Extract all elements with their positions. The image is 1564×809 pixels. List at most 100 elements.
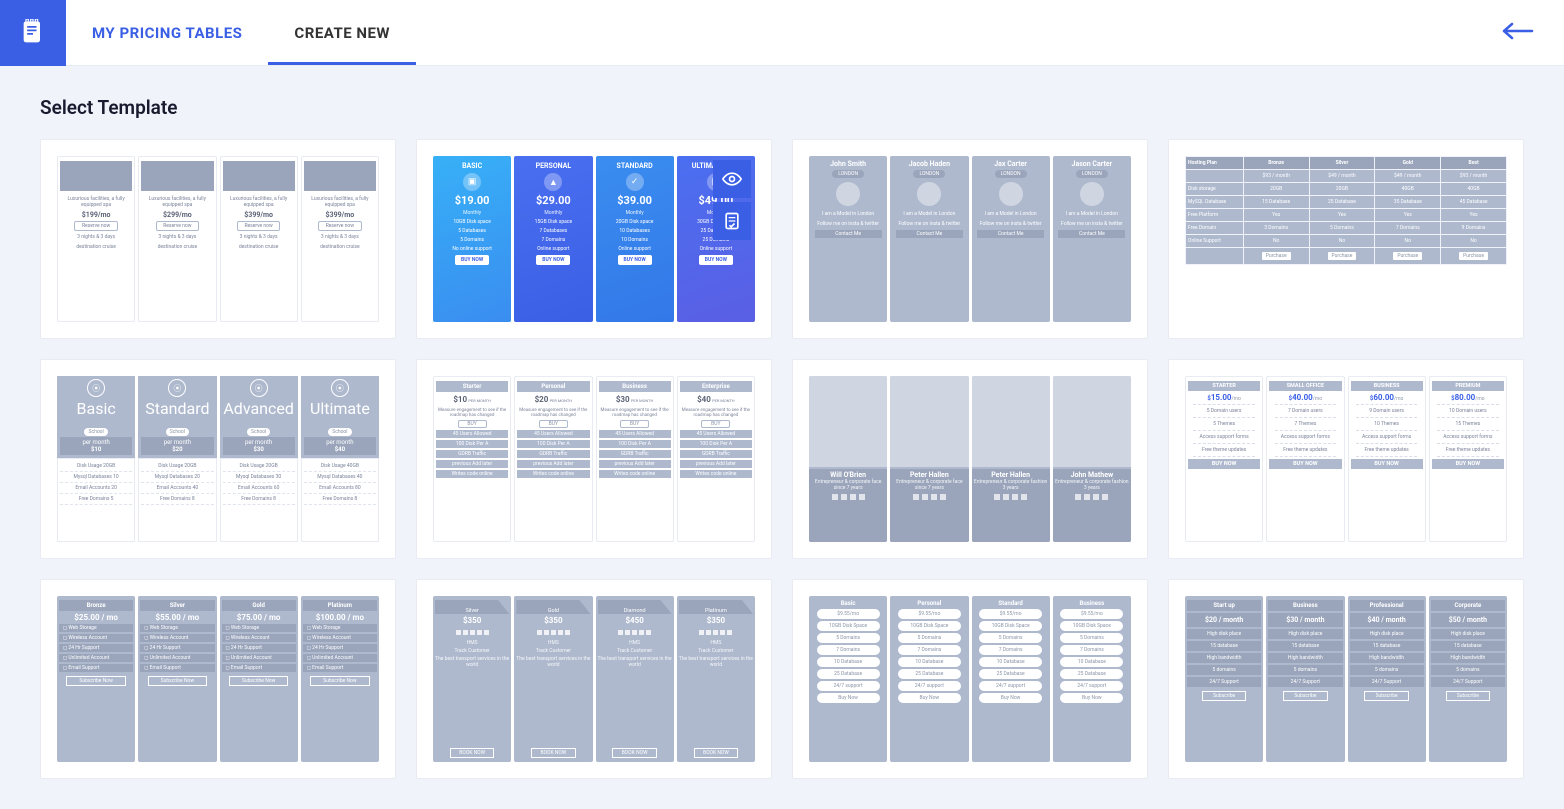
cell: No	[1375, 235, 1441, 248]
price: $75.00 / mo	[237, 613, 281, 622]
template-card-12[interactable]: Start up$20 / monthHigh disk place15 dat…	[1168, 579, 1524, 779]
subscribe-button: Subscribe	[1283, 691, 1328, 701]
plan-name: Business	[1080, 600, 1105, 607]
feature: ◻ Web Storage	[222, 624, 296, 632]
template-card-1[interactable]: Luxurious facilities, a fully equipped s…	[40, 139, 396, 339]
column-header: Best	[1441, 157, 1507, 170]
subscribe-button: Subscribe	[1364, 691, 1409, 701]
pricing-column: PERSONAL▲$29.00Monthly15GB Disk space7 D…	[514, 156, 592, 322]
template-card-2[interactable]: BASIC▣$19.00Monthly10GB Disk space5 Data…	[416, 139, 772, 339]
price-row: per month$30	[223, 437, 295, 455]
price: $9.55/mo	[1060, 609, 1123, 619]
feature: Mysql Databases 20	[141, 472, 213, 483]
use-template-button[interactable]	[713, 202, 751, 240]
pricing-column: Personal$9.55/mo10GB Disk Space5 Domains…	[890, 596, 968, 762]
service: HMS	[629, 640, 640, 646]
template-card-3[interactable]: John SmithLONDONI am a Model in LondonFo…	[792, 139, 1148, 339]
template-card-5[interactable]: ⦿BasicSchoolper month$10Disk Usage 20GBM…	[40, 359, 396, 559]
feature: Free theme updates	[1192, 446, 1257, 454]
feature: 100 Disk Per A	[517, 440, 589, 448]
feature: 15 database	[1268, 641, 1342, 651]
bio: Follow me on insta & twitter	[977, 220, 1044, 228]
subscribe-button: Subscribe	[1202, 691, 1247, 701]
book-button: BOOK NOW	[694, 748, 739, 758]
price: $29.00	[536, 194, 571, 207]
feature: ◻ Unlimited Account	[59, 654, 133, 662]
duration: 3 nights & 3 days	[145, 233, 210, 241]
template-card-4[interactable]: Hosting PlanBronzeSilverGoldBest$93 / mo…	[1168, 139, 1524, 339]
feature: ◻ Unlimited Account	[140, 654, 214, 662]
feature: Email Accounts 40	[141, 483, 213, 494]
feature: 10 Database	[817, 657, 880, 667]
feature: 100 Disk Per A	[680, 440, 752, 448]
feature: ◻ 24 Hr Support	[222, 644, 296, 652]
feature: Writes code online	[436, 470, 508, 478]
price: $350	[463, 616, 481, 625]
buy-button: BUY NOW	[536, 255, 570, 265]
avatar	[917, 182, 941, 206]
contact-button: Contact Me	[977, 230, 1044, 238]
feature: Disk Usage 20GB	[223, 461, 295, 472]
cell: No	[1309, 235, 1375, 248]
price: $100.00 / mo	[316, 613, 364, 622]
template-card-11[interactable]: Basic$9.55/mo10GB Disk Space5 Domains7 D…	[792, 579, 1148, 779]
plan-name: Gold	[222, 600, 296, 611]
social-icon	[1003, 494, 1009, 500]
feature: 10GB Disk Space	[1060, 621, 1123, 631]
feature: 24/7 Support	[1431, 677, 1505, 687]
template-card-8[interactable]: STARTER$15.00/mo5 Domain users5 ThemesAc…	[1168, 359, 1524, 559]
bio: I am a Model in London	[977, 210, 1044, 218]
plan-name: Bronze	[59, 600, 133, 611]
purchase-button: Purchase	[1327, 251, 1358, 261]
thumbnail-image	[60, 161, 132, 191]
feature: Email Accounts 60	[223, 483, 295, 494]
template-card-6[interactable]: Starter$10 PER MONTHMeasure engagement t…	[416, 359, 772, 559]
template-card-9[interactable]: Bronze$25.00 / mo◻ Web Storage◻ Wireless…	[40, 579, 396, 779]
description: Entrepreneur & corporate fashion 3 years	[974, 479, 1048, 491]
profile-column: Will O'BrienEntrepreneur & corporate fac…	[809, 376, 887, 542]
cell: 20GB	[1309, 183, 1375, 196]
price: $9.55/mo	[898, 609, 961, 619]
plan-name: Personal	[517, 381, 589, 392]
social-icon	[940, 494, 946, 500]
feature: Writes code online	[599, 470, 671, 478]
note: destination cruise	[307, 243, 372, 251]
avatar	[836, 182, 860, 206]
service: HMS	[710, 640, 721, 646]
price: $40.00/mo	[1289, 393, 1322, 402]
feature: previous Add later	[680, 460, 752, 468]
description: Luxurious facilities, a fully equipped s…	[145, 195, 210, 209]
price-cell: $93 / month	[1243, 170, 1309, 183]
buy-button: BUY NOW	[618, 255, 652, 265]
buy-button: BUY NOW	[1351, 459, 1423, 469]
buy-button: Buy Now	[979, 693, 1042, 703]
template-card-7[interactable]: Will O'BrienEntrepreneur & corporate fac…	[792, 359, 1148, 559]
feature: 7 Databases	[540, 228, 568, 234]
template-card-10[interactable]: Silver$350HMSTrack CustomerThe best tran…	[416, 579, 772, 779]
tab-my-pricing-tables[interactable]: MY PRICING TABLES	[66, 0, 268, 65]
cell: 15 Database	[1243, 196, 1309, 209]
price: $30 / month	[1268, 613, 1342, 627]
price: $40 / month	[1350, 613, 1424, 627]
duration: 3 nights & 3 days	[226, 233, 291, 241]
price: $80.00/mo	[1451, 393, 1484, 402]
document-check-icon	[722, 211, 742, 231]
social-icon	[994, 494, 1000, 500]
contact-button: Contact Me	[896, 230, 963, 238]
pricing-column: Bronze$25.00 / mo◻ Web Storage◻ Wireless…	[57, 596, 135, 762]
plan-name: Start up	[1187, 600, 1261, 611]
social-icons	[811, 494, 885, 500]
feature: High bandwidth	[1350, 653, 1424, 663]
preview-button[interactable]	[713, 160, 751, 198]
price-cell: $93 / month	[1441, 170, 1507, 183]
price: $399/mo	[326, 211, 355, 219]
back-button[interactable]	[1502, 22, 1534, 44]
subscribe-button: Subscribe Now	[148, 676, 207, 686]
tab-create-new[interactable]: CREATE NEW	[268, 0, 416, 65]
buy-button: BUY	[620, 420, 649, 428]
plan-name: Corporate	[1431, 600, 1505, 611]
social-icon	[1075, 494, 1081, 500]
price: $350	[707, 616, 725, 625]
cell: 25 Database	[1309, 196, 1375, 209]
feature: Online support	[537, 246, 570, 252]
